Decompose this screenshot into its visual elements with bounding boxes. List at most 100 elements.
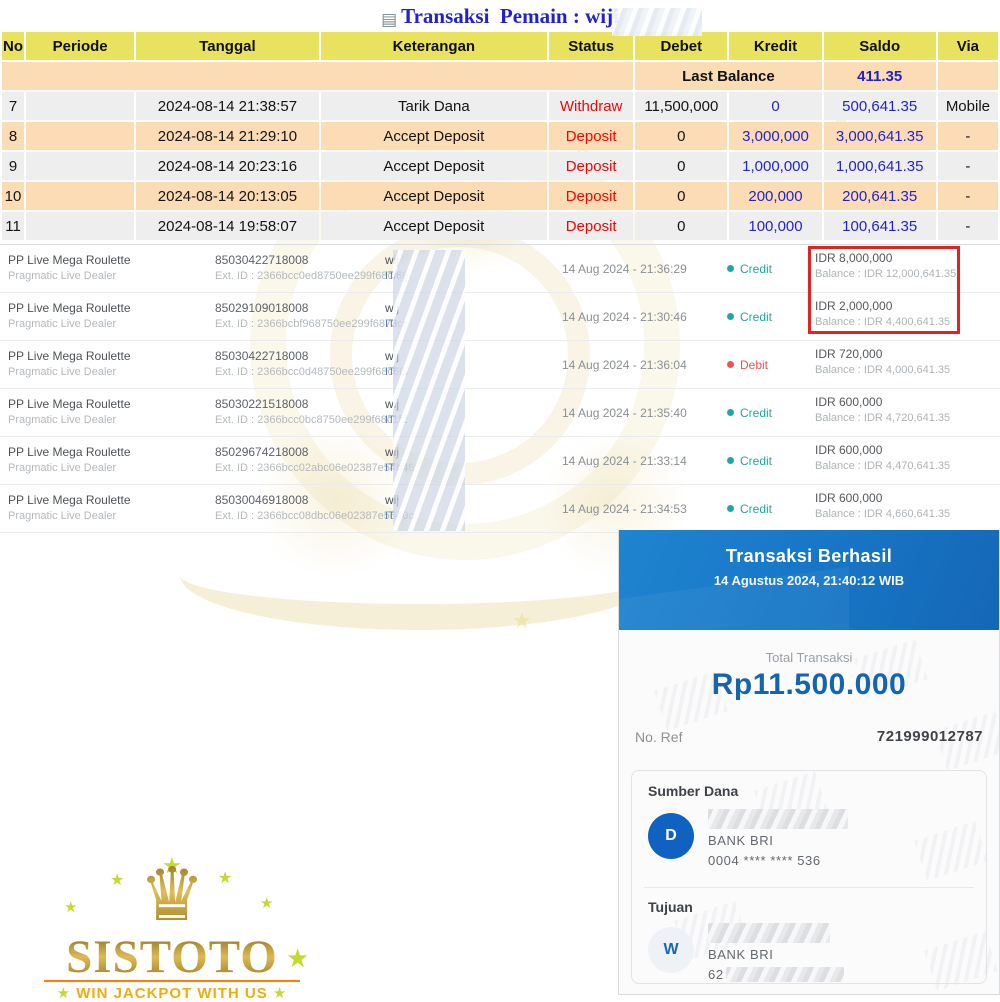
- transaction-balance: Balance : IDR 4,470,641.35: [815, 459, 950, 475]
- cell-no: 7: [2, 92, 24, 120]
- transactions-icon: ▤: [381, 10, 397, 30]
- cell-periode: [26, 122, 134, 150]
- ext-id: Ext. ID : 2366bcc0bc8750ee299f68c1f2: [215, 413, 408, 429]
- game-name: PP Live Mega Roulette: [8, 348, 131, 365]
- list-item: PP Live Mega RoulettePragmatic Live Deal…: [0, 389, 1000, 437]
- transaction-amount: IDR 600,000: [815, 490, 950, 507]
- col-header-saldo: Saldo: [824, 32, 936, 60]
- source-account-number: 0004 **** **** 536: [708, 853, 821, 868]
- cell-debet: 0: [635, 182, 727, 210]
- cell-saldo: 100,641.35: [824, 212, 936, 240]
- transaction-datetime: 14 Aug 2024 - 21:35:40: [562, 405, 687, 422]
- gold-ribbon-watermark: [180, 520, 660, 630]
- source-bank-name: BANK BRI: [708, 833, 773, 848]
- table-header-row: No Periode Tanggal Keterangan Status Deb…: [2, 32, 998, 60]
- total-value: Rp11.500.000: [619, 668, 999, 702]
- receipt-datetime: 14 Agustus 2024, 21:40:12 WIB: [619, 573, 999, 588]
- game-name: PP Live Mega Roulette: [8, 444, 131, 461]
- transaction-type-badge: Debit: [727, 357, 768, 374]
- cell-keterangan: Accept Deposit: [321, 152, 547, 180]
- type-label: Credit: [740, 310, 772, 324]
- cell-kredit: 100,000: [729, 212, 821, 240]
- list-item: PP Live Mega RoulettePragmatic Live Deal…: [0, 485, 1000, 533]
- type-label: Credit: [740, 406, 772, 420]
- game-name: PP Live Mega Roulette: [8, 492, 131, 509]
- cell-via: -: [938, 212, 998, 240]
- round-id: 85030221518008: [215, 396, 408, 413]
- transaction-amount: IDR 600,000: [815, 442, 950, 459]
- table-row: 10 2024-08-14 20:13:05 Accept Deposit De…: [2, 182, 998, 210]
- type-dot-icon: [727, 457, 734, 464]
- cell-debet: 11,500,000: [635, 92, 727, 120]
- cell-keterangan: Tarik Dana: [321, 92, 547, 120]
- round-id: 85030422718008: [215, 252, 408, 269]
- ext-id: Ext. ID : 2366bcc0ed8750ee299f68cf69: [215, 269, 408, 285]
- game-provider: Pragmatic Live Dealer: [8, 461, 131, 477]
- redacted-player-column-patch: [393, 250, 465, 531]
- transaction-type-badge: Credit: [727, 453, 772, 470]
- accounts-box: Sumber Dana D BANK BRI 0004 **** **** 53…: [631, 770, 987, 984]
- cell-kredit: 3,000,000: [729, 122, 821, 150]
- cell-tanggal: 2024-08-14 20:13:05: [136, 182, 318, 210]
- ext-id: Ext. ID : 2366bcbf968750ee299f6873ce: [215, 317, 409, 333]
- total-label: Total Transaksi: [619, 650, 999, 665]
- cell-tanggal: 2024-08-14 19:58:07: [136, 212, 318, 240]
- transaction-datetime: 14 Aug 2024 - 21:36:04: [562, 357, 687, 374]
- transaction-amount: IDR 720,000: [815, 346, 950, 363]
- table-row: 7 2024-08-14 21:38:57 Tarik Dana Withdra…: [2, 92, 998, 120]
- cell-saldo: 1,000,641.35: [824, 152, 936, 180]
- cell-status: Deposit: [549, 152, 633, 180]
- game-name: PP Live Mega Roulette: [8, 252, 131, 269]
- cell-no: 8: [2, 122, 24, 150]
- destination-label: Tujuan: [648, 899, 693, 915]
- cell-tanggal: 2024-08-14 21:29:10: [136, 122, 318, 150]
- transaction-balance: Balance : IDR 4,720,641.35: [815, 411, 950, 427]
- col-header-no: No: [2, 32, 24, 60]
- table-row: 8 2024-08-14 21:29:10 Accept Deposit Dep…: [2, 122, 998, 150]
- round-id: 85030422718008: [215, 348, 408, 365]
- redacted-destination-name: [708, 923, 830, 943]
- cell-debet: 0: [635, 122, 727, 150]
- cell-keterangan: Accept Deposit: [321, 122, 547, 150]
- transaction-type-badge: Credit: [727, 405, 772, 422]
- cell-tanggal: 2024-08-14 21:38:57: [136, 92, 318, 120]
- last-balance-label: Last Balance: [635, 62, 821, 90]
- cell-via: -: [938, 152, 998, 180]
- cell-debet: 0: [635, 212, 727, 240]
- cell-no: 11: [2, 212, 24, 240]
- star-icon: ★: [57, 984, 71, 1002]
- sistoto-logo: ★ ★ ★ ★ ★ ★ ♛ SISTOTO ★ WIN JACKPOT WITH…: [42, 856, 314, 1000]
- cell-periode: [26, 152, 134, 180]
- source-bank-avatar: D: [648, 813, 694, 859]
- round-id: 85029109018008: [215, 300, 409, 317]
- cell-via: Mobile: [938, 92, 998, 120]
- col-header-tanggal: Tanggal: [136, 32, 318, 60]
- cell-keterangan: Accept Deposit: [321, 182, 547, 210]
- game-provider: Pragmatic Live Dealer: [8, 509, 131, 525]
- redacted-source-name: [708, 809, 848, 829]
- col-header-keterangan: Keterangan: [321, 32, 547, 60]
- transaction-balance: Balance : IDR 4,000,641.35: [815, 363, 950, 379]
- game-provider: Pragmatic Live Dealer: [8, 317, 131, 333]
- ext-id: Ext. ID : 2366bcc08dbc06e02387e5640c: [215, 509, 414, 525]
- last-balance-row: Last Balance 411.35: [2, 62, 998, 90]
- dest-account-prefix: 62: [708, 967, 724, 982]
- transaction-datetime: 14 Aug 2024 - 21:36:29: [562, 261, 687, 278]
- type-dot-icon: [727, 505, 734, 512]
- game-provider: Pragmatic Live Dealer: [8, 365, 131, 381]
- receipt-title: Transaksi Berhasil: [619, 546, 999, 567]
- reference-row: No. Ref 721999012787: [635, 728, 983, 745]
- cell-saldo: 200,641.35: [824, 182, 936, 210]
- destination-bank-avatar: W: [648, 927, 694, 973]
- transaction-table: No Periode Tanggal Keterangan Status Deb…: [0, 30, 1000, 242]
- transaction-balance: Balance : IDR 4,660,641.35: [815, 507, 950, 523]
- last-balance-via: [938, 62, 998, 90]
- type-dot-icon: [727, 265, 734, 272]
- tagline-text: WIN JACKPOT WITH US: [76, 985, 268, 1002]
- transaction-type-badge: Credit: [727, 309, 772, 326]
- cell-saldo: 3,000,641.35: [824, 122, 936, 150]
- cell-via: -: [938, 122, 998, 150]
- cell-via: -: [938, 182, 998, 210]
- bank-receipt-card: Transaksi Berhasil 14 Agustus 2024, 21:4…: [618, 530, 1000, 995]
- last-balance-spacer: [2, 62, 633, 90]
